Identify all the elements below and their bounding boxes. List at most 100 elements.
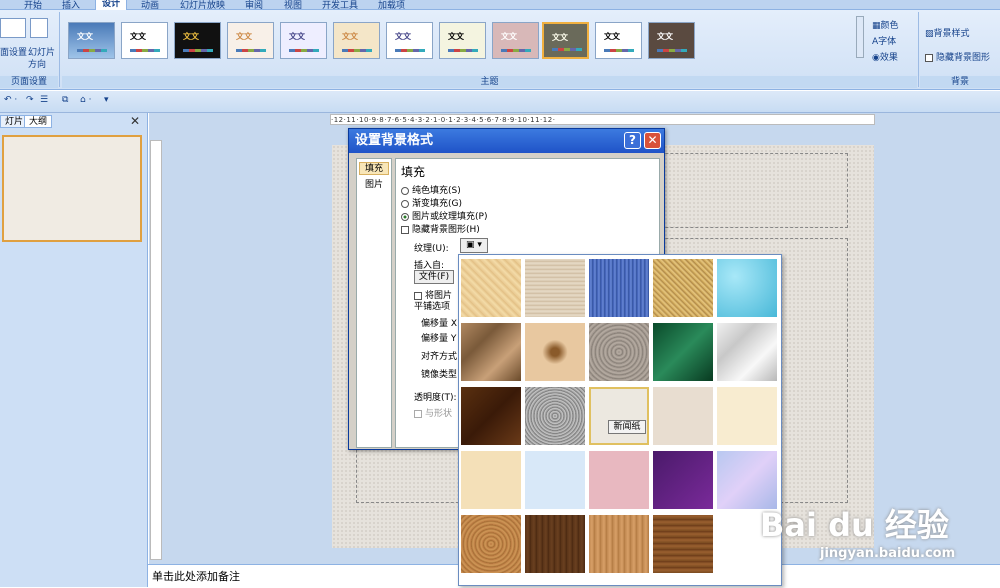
slide-orientation-icon[interactable] <box>30 18 48 38</box>
radio-icon <box>401 199 409 208</box>
texture-parchment[interactable] <box>717 387 777 445</box>
undo-icon[interactable]: ↶ · <box>4 95 17 105</box>
theme-thumb-5[interactable]: 文文 <box>280 22 327 59</box>
texture-sand[interactable] <box>589 323 649 381</box>
texture-dropdown[interactable]: ▣ ▾ <box>460 238 488 253</box>
theme-thumb-7[interactable]: 文文 <box>386 22 433 59</box>
customize-icon[interactable]: ▾ <box>104 95 109 105</box>
list-icon[interactable]: ☰ <box>40 95 48 105</box>
section-title: 填充 <box>401 165 426 179</box>
hide-bg-checkbox[interactable]: 隐藏背景图形(H) <box>401 222 480 235</box>
effects-icon: ◉ <box>872 53 880 63</box>
gradient-fill-label: 渐变填充(G) <box>412 199 462 209</box>
texture-water-droplets[interactable] <box>717 259 777 317</box>
theme-fonts-label: 字体 <box>878 37 897 47</box>
group-divider <box>918 12 919 87</box>
tab-outline[interactable]: 大纲 <box>24 115 53 128</box>
texture-green-marble[interactable] <box>653 323 713 381</box>
close-button[interactable]: ✕ <box>644 132 661 149</box>
redo-icon[interactable]: ↷ <box>26 95 34 105</box>
texture-stationery[interactable] <box>461 451 521 509</box>
texture-purple-mesh[interactable] <box>653 451 713 509</box>
hide-bg-label: 隐藏背景图形(H) <box>412 225 480 235</box>
theme-thumb-4[interactable]: 文文 <box>227 22 274 59</box>
theme-fonts-button[interactable]: A字体 <box>872 34 896 47</box>
page-setup-button[interactable]: 面设置 <box>0 45 27 58</box>
ribbon-tab-bar: 开始 插入 设计 动画 幻灯片放映 审阅 视图 开发工具 加载项 <box>0 0 1000 11</box>
texture-walnut[interactable] <box>525 515 585 573</box>
hide-background-checkbox[interactable]: 隐藏背景图形 <box>925 50 990 63</box>
shapes-icon[interactable]: ⧉ <box>62 95 68 105</box>
dialog-sidebar: 填充 图片 <box>356 158 392 448</box>
page-setup-icon[interactable] <box>0 18 26 38</box>
horizontal-ruler: ·12·11·10·9·8·7·6·5·4·3·2·1·0·1·2·3·4·5·… <box>330 114 875 125</box>
background-style-button[interactable]: ▨背景样式 <box>925 26 970 39</box>
theme-thumb-11[interactable]: 文文 <box>595 22 642 59</box>
checkbox-icon <box>925 53 933 62</box>
texture-paper-bag[interactable] <box>461 323 521 381</box>
watermark-brand: Bai du 经验 <box>760 506 949 544</box>
dialog-title: 设置背景格式 <box>349 129 664 153</box>
close-panel-icon[interactable]: ✕ <box>130 114 140 128</box>
sidebar-item-picture[interactable]: 图片 <box>359 179 389 192</box>
help-button[interactable]: ? <box>624 132 641 149</box>
theme-colors-button[interactable]: ▦颜色 <box>872 18 899 31</box>
themes-group-label: 主题 <box>62 76 917 88</box>
theme-thumb-8[interactable]: 文文 <box>439 22 486 59</box>
theme-thumb-1[interactable]: 文文 <box>68 22 115 59</box>
texture-woven-mat[interactable] <box>653 259 713 317</box>
quick-access-toolbar: ↶ · ↷ ☰ ⧉ ⌂ · ▾ <box>0 91 1000 113</box>
offset-y-label: 偏移量 Y <box>421 334 457 344</box>
gradient-fill-radio[interactable]: 渐变填充(G) <box>401 196 462 209</box>
offset-x-label: 偏移量 X <box>421 319 458 329</box>
background-style-label: 背景样式 <box>933 29 970 39</box>
picture-fill-label: 图片或纹理填充(P) <box>412 212 488 222</box>
theme-thumb-10[interactable]: 文文 <box>542 22 589 59</box>
texture-newsprint[interactable] <box>589 387 649 445</box>
mirror-type-label: 镜像类型 <box>421 370 458 380</box>
sidebar-item-fill[interactable]: 填充 <box>359 162 389 175</box>
checkbox-icon <box>401 225 409 234</box>
baidu-watermark: Bai du 经验 jingyan.baidu.com <box>760 480 1000 587</box>
checkbox-icon <box>414 409 422 418</box>
texture-fish-fossil[interactable] <box>525 323 585 381</box>
texture-canvas[interactable] <box>525 259 585 317</box>
texture-denim[interactable] <box>589 259 649 317</box>
transparency-label: 透明度(T): <box>414 393 457 403</box>
background-style-icon: ▨ <box>925 29 934 39</box>
colors-icon: ▦ <box>872 21 881 31</box>
theme-thumb-3[interactable]: 文文 <box>174 22 221 59</box>
texture-papyrus[interactable] <box>461 259 521 317</box>
tile-options-label: 平铺选项 <box>414 302 451 312</box>
theme-thumb-6[interactable]: 文文 <box>333 22 380 59</box>
theme-scroll-icon[interactable] <box>856 16 864 58</box>
slide-thumbnail[interactable] <box>2 135 142 242</box>
vertical-ruler <box>150 140 162 560</box>
watermark-url: jingyan.baidu.com <box>820 546 956 561</box>
texture-pink-tissue[interactable] <box>589 451 649 509</box>
picture-fill-radio[interactable]: 图片或纹理填充(P) <box>401 209 487 222</box>
theme-effects-label: 效果 <box>879 53 898 63</box>
texture-oak[interactable] <box>589 515 649 573</box>
format-icon[interactable]: ⌂ · <box>80 95 91 105</box>
tab-design[interactable]: 设计 <box>95 0 128 10</box>
file-button[interactable]: 文件(F) <box>414 270 454 284</box>
solid-fill-radio[interactable]: 纯色填充(S) <box>401 183 461 196</box>
texture-cork[interactable] <box>461 515 521 573</box>
rotate-label: 与形状 <box>425 409 453 419</box>
texture-label: 纹理(U): <box>414 244 449 254</box>
theme-thumb-9[interactable]: 文文 <box>492 22 539 59</box>
texture-granite[interactable] <box>525 387 585 445</box>
texture-medium-wood[interactable] <box>653 515 713 573</box>
slide-orientation-label: 方向 <box>28 60 47 70</box>
theme-thumb-12[interactable]: 文文 <box>648 22 695 59</box>
theme-thumb-2[interactable]: 文文 <box>121 22 168 59</box>
solid-fill-label: 纯色填充(S) <box>412 186 461 196</box>
texture-brown-marble[interactable] <box>461 387 521 445</box>
texture-white-marble[interactable] <box>717 323 777 381</box>
theme-effects-button[interactable]: ◉效果 <box>872 50 898 63</box>
texture-recycled-paper[interactable] <box>653 387 713 445</box>
theme-colors-label: 颜色 <box>880 21 899 31</box>
texture-blue-tissue[interactable] <box>525 451 585 509</box>
rotate-with-shape-checkbox[interactable]: 与形状 <box>414 406 452 419</box>
